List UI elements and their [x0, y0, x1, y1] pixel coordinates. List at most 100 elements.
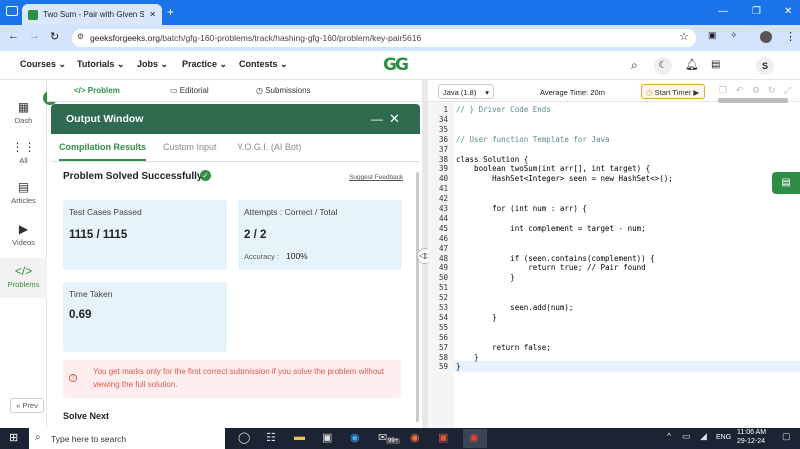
- rail-problems[interactable]: </> Problems: [0, 258, 47, 298]
- notification-center-icon[interactable]: ▢: [782, 431, 791, 442]
- clock-date[interactable]: 29-12-24: [737, 438, 765, 445]
- back-arrow-icon[interactable]: ←: [8, 30, 19, 42]
- rail-articles[interactable]: ▤ Articles: [0, 180, 47, 205]
- firefox-icon[interactable]: ◉: [410, 431, 420, 444]
- undo-icon[interactable]: ↶: [736, 85, 744, 96]
- code-line[interactable]: // } Driver Code Ends: [456, 105, 551, 114]
- browser-tab[interactable]: Two Sum - Pair with Given Sum ✕: [22, 4, 162, 25]
- user-avatar[interactable]: S: [756, 57, 774, 75]
- store-icon[interactable]: ▣: [322, 431, 332, 444]
- solve-next-heading: Solve Next: [63, 411, 110, 421]
- reload-icon[interactable]: ↻: [50, 30, 59, 43]
- line-number: 47: [438, 243, 448, 253]
- rail-all[interactable]: ⋮⋮ All: [0, 140, 47, 165]
- translate-icon[interactable]: ▣: [708, 30, 717, 41]
- gfg-favicon-icon: [28, 9, 38, 20]
- close-output-icon[interactable]: ✕: [389, 111, 400, 127]
- task-view-icon[interactable]: ◯: [238, 431, 250, 444]
- address-bar[interactable]: geeksforgeeks.org/batch/gfg-160-problems…: [72, 29, 696, 47]
- nav-courses[interactable]: Courses ⌄: [20, 59, 66, 70]
- tab-yogi-ai-bot[interactable]: Y.O.G.I. (AI Bot): [237, 142, 301, 152]
- windows-start-icon[interactable]: ⊞: [9, 431, 18, 444]
- code-line[interactable]: seen.add(num);: [456, 303, 573, 312]
- code-line[interactable]: for (int num : arr) {: [456, 204, 587, 213]
- reset-icon[interactable]: ↻: [768, 85, 776, 96]
- restore-window-icon[interactable]: ❐: [752, 6, 761, 17]
- code-line[interactable]: if (seen.contains(complement)) {: [456, 254, 655, 263]
- test-cases-card: Test Cases Passed 1115 / 1115: [63, 200, 227, 270]
- rail-videos[interactable]: ▶ Videos: [0, 222, 47, 247]
- tab-custom-input[interactable]: Custom Input: [163, 142, 217, 152]
- dark-mode-icon[interactable]: ☾: [654, 57, 672, 75]
- tab-submissions[interactable]: ◷ Submissions: [256, 86, 311, 95]
- tab-editorial[interactable]: ▭ Editorial: [170, 86, 209, 95]
- nav-tutorials[interactable]: Tutorials ⌄: [77, 59, 124, 70]
- bookmark-star-icon[interactable]: ☆: [679, 30, 689, 43]
- code-line[interactable]: // User function Template for Java: [456, 135, 610, 144]
- code-line[interactable]: }: [456, 273, 515, 282]
- code-lines[interactable]: 1 // } Driver Code Ends 34 35 36 // User func…: [428, 102, 800, 428]
- network-icon[interactable]: ◢: [700, 431, 707, 442]
- close-tab-icon[interactable]: ✕: [149, 10, 156, 19]
- nav-jobs[interactable]: Jobs ⌄: [137, 59, 168, 70]
- code-line[interactable]: class Solution {: [456, 155, 528, 164]
- chat-icon[interactable]: ▤: [772, 172, 800, 194]
- code-line[interactable]: }: [456, 353, 479, 362]
- translate-site-icon[interactable]: ▤: [711, 59, 720, 70]
- code-line[interactable]: boolean twoSum(int arr[], int target) {: [456, 164, 650, 173]
- output-window: Output Window — ✕ Compilation Results Cu…: [51, 104, 420, 428]
- search-icon[interactable]: ⌕: [631, 58, 638, 73]
- chevron-down-icon: ▾: [485, 88, 489, 97]
- copy-icon[interactable]: ❐: [719, 85, 727, 96]
- fullscreen-icon[interactable]: ⤢: [784, 85, 791, 96]
- suggest-feedback-link[interactable]: Suggest Feedback: [349, 174, 403, 181]
- close-window-icon[interactable]: ✕: [784, 6, 792, 17]
- output-scrollbar[interactable]: [416, 172, 419, 422]
- info-circle-icon: !: [69, 374, 77, 382]
- prev-button[interactable]: « Prev: [10, 398, 44, 413]
- play-icon: ▶: [693, 88, 700, 97]
- language-select[interactable]: Java (1.8) ▾: [438, 84, 494, 99]
- code-line[interactable]: }: [456, 362, 461, 371]
- code-line[interactable]: }: [456, 313, 497, 322]
- new-tab-button[interactable]: +: [167, 5, 174, 19]
- nav-contests[interactable]: Contests ⌄: [239, 59, 288, 70]
- accuracy-value: 100%: [286, 251, 308, 261]
- code-line[interactable]: return false;: [456, 343, 551, 352]
- notification-bell-icon[interactable]: 🔔︎: [685, 58, 699, 71]
- check-circle-icon: ✓: [200, 170, 211, 181]
- widgets-icon[interactable]: ☷: [266, 431, 276, 444]
- tab-problem[interactable]: </> Problem: [74, 86, 120, 95]
- profile-avatar[interactable]: [760, 31, 772, 43]
- forward-arrow-icon[interactable]: →: [29, 30, 40, 42]
- site-info-icon[interactable]: ⚙: [77, 32, 84, 41]
- browser-menu-icon[interactable]: ⋮: [785, 30, 796, 43]
- app-icon[interactable]: ▣: [438, 431, 448, 444]
- tab-title: Two Sum - Pair with Given Sum: [43, 10, 145, 19]
- code-line[interactable]: return true; // Pair found: [456, 263, 645, 272]
- file-explorer-icon[interactable]: ▬: [294, 431, 305, 443]
- line-number: 39: [438, 164, 448, 174]
- chrome-icon[interactable]: ◉: [469, 431, 479, 444]
- line-number: 56: [438, 332, 448, 342]
- rail-dash[interactable]: ▦ Dash: [0, 100, 47, 125]
- code-line[interactable]: int complement = target - num;: [456, 224, 645, 233]
- taskbar-search[interactable]: Type here to search: [29, 428, 225, 449]
- tab-compilation-results[interactable]: Compilation Results: [59, 142, 147, 161]
- tray-chevron-icon[interactable]: ^: [667, 431, 671, 441]
- tab-actions-icon[interactable]: [6, 6, 18, 16]
- edge-icon[interactable]: ◉: [350, 431, 360, 444]
- gfg-logo[interactable]: GG: [383, 55, 409, 75]
- start-timer-button[interactable]: ◷ Start Timer ▶: [641, 84, 705, 99]
- line-number: 34: [438, 114, 448, 124]
- line-number: 54: [438, 312, 448, 322]
- clock-time[interactable]: 11:06 AM: [737, 429, 766, 436]
- code-line[interactable]: HashSet<Integer> seen = new HashSet<>();: [456, 174, 673, 183]
- video-icon: ▶: [18, 222, 29, 236]
- language-indicator[interactable]: ENG: [716, 434, 731, 441]
- extensions-icon[interactable]: ✧: [730, 30, 738, 41]
- minimize-output-icon[interactable]: —: [371, 112, 383, 126]
- settings-icon[interactable]: ⚙: [752, 85, 760, 96]
- minimize-window-icon[interactable]: —: [718, 6, 728, 17]
- nav-practice[interactable]: Practice ⌄: [182, 59, 227, 70]
